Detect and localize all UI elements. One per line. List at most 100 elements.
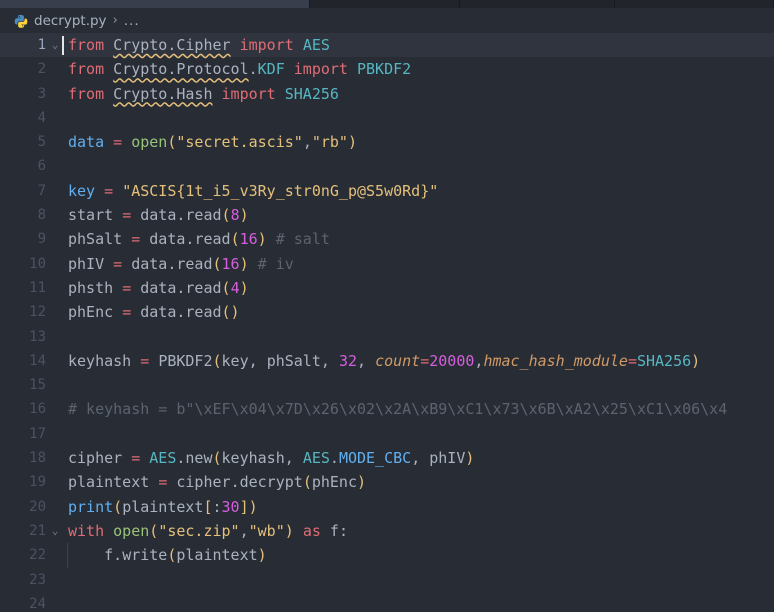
- line-number: 2: [37, 61, 46, 78]
- editor-tab-1[interactable]: [0, 0, 310, 8]
- line-number: 4: [37, 109, 46, 126]
- code-line[interactable]: 10 phIV = data.read(16) # iv: [0, 252, 774, 276]
- code-line[interactable]: 12 phEnc = data.read(): [0, 300, 774, 324]
- code-token: AES: [149, 449, 177, 468]
- indent-guide: [67, 543, 68, 568]
- code-line[interactable]: 7 key = "ASCIS{1t_i5_v3Ry_str0nG_p@S5w0Rd…: [0, 179, 774, 203]
- code-token: KDF: [257, 60, 285, 79]
- code-token: (: [230, 230, 240, 249]
- code-token: "wb": [248, 521, 285, 540]
- line-number: 15: [29, 377, 46, 394]
- code-text: print(plaintext[:30]): [64, 495, 774, 519]
- code-token: data: [149, 230, 186, 249]
- code-token: =: [122, 303, 132, 322]
- editor-tab-2[interactable]: [310, 0, 460, 8]
- code-line[interactable]: 11 phsth = data.read(4): [0, 276, 774, 300]
- code-token: hmac_hash_module: [483, 351, 628, 370]
- text-cursor: [62, 36, 64, 55]
- code-line[interactable]: 2 from Crypto.Protocol.KDF import PBKDF2: [0, 57, 774, 81]
- code-token: =: [113, 133, 123, 152]
- code-token: AES: [302, 36, 330, 54]
- code-text: phEnc = data.read(): [64, 300, 774, 324]
- code-token: ): [257, 546, 267, 565]
- code-text: key = "ASCIS{1t_i5_v3Ry_str0nG_p@S5w0Rd}…: [64, 179, 774, 203]
- code-line[interactable]: 5 data = open("secret.ascis","rb"): [0, 130, 774, 154]
- breadcrumb-overflow[interactable]: ...: [124, 13, 140, 29]
- breadcrumb: decrypt.py › ...: [0, 8, 774, 33]
- code-line[interactable]: 19 plaintext = cipher.decrypt(phEnc): [0, 470, 774, 494]
- code-token: key: [221, 351, 249, 370]
- code-token: data: [68, 133, 105, 152]
- chevron-down-icon[interactable]: ⌄: [46, 519, 64, 543]
- breadcrumb-file[interactable]: decrypt.py: [34, 13, 107, 29]
- line-number: 21: [29, 522, 46, 539]
- editor-tab-4[interactable]: [615, 0, 774, 8]
- code-token: ): [239, 278, 249, 297]
- code-token: 30: [221, 497, 240, 516]
- code-line[interactable]: 21 ⌄ with open("sec.zip","wb") as f:: [0, 519, 774, 543]
- code-line[interactable]: 3 from Crypto.Hash import SHA256: [0, 82, 774, 106]
- code-line[interactable]: 8 start = data.read(8): [0, 203, 774, 227]
- code-line[interactable]: 16 # keyhash = b"\xEF\x04\x7D\x26\x02\x2A…: [0, 397, 774, 421]
- code-token: ,: [248, 351, 267, 370]
- code-line[interactable]: 24: [0, 592, 774, 612]
- code-line[interactable]: 20 print(plaintext[:30]): [0, 495, 774, 519]
- code-text: data = open("secret.ascis","rb"): [64, 130, 774, 154]
- code-token: import: [221, 84, 276, 103]
- code-line[interactable]: 14 keyhash = PBKDF2(key, phSalt, 32, coun…: [0, 349, 774, 373]
- code-line[interactable]: 13: [0, 325, 774, 349]
- code-token: data: [131, 254, 168, 273]
- line-number: 5: [37, 134, 46, 151]
- code-token: from: [68, 36, 105, 54]
- code-token: keyhash: [221, 449, 285, 468]
- code-token: open: [113, 521, 150, 540]
- line-number: 12: [29, 304, 46, 321]
- code-token: :: [338, 521, 348, 540]
- code-token: ,: [320, 351, 339, 370]
- code-text: phsth = data.read(4): [64, 276, 774, 300]
- code-token: :: [212, 497, 222, 516]
- code-token: (: [212, 449, 222, 468]
- line-number: 6: [37, 158, 46, 175]
- code-token: # salt: [275, 230, 330, 249]
- code-token: # keyhash = b"\xEF\x04\x7D\x26\x02\x2A\x…: [68, 400, 728, 419]
- code-editor[interactable]: 1 ⌄ from Crypto.Cipher import AES 2 from Cry…: [0, 33, 774, 612]
- code-line[interactable]: 1 ⌄ from Crypto.Cipher import AES: [0, 33, 774, 58]
- code-token: plaintext: [176, 546, 258, 565]
- code-token: PBKDF2: [158, 351, 213, 370]
- line-number: 18: [29, 450, 46, 467]
- code-line[interactable]: 6: [0, 154, 774, 178]
- code-token: (: [221, 278, 231, 297]
- code-token: SHA256: [636, 351, 692, 370]
- code-token: as: [302, 521, 321, 540]
- code-line[interactable]: 23: [0, 568, 774, 592]
- line-number: 1: [37, 37, 46, 53]
- code-token: (: [212, 254, 222, 273]
- code-token: ,: [357, 351, 376, 370]
- line-number: 8: [37, 207, 46, 224]
- editor-tab-3[interactable]: [460, 0, 615, 8]
- code-line[interactable]: 22 f.write(plaintext): [0, 543, 774, 568]
- code-line[interactable]: 15: [0, 373, 774, 397]
- code-token: [: [203, 497, 213, 516]
- code-token: ]: [239, 497, 249, 516]
- code-line[interactable]: 9 phSalt = data.read(16) # salt: [0, 227, 774, 251]
- code-line[interactable]: 4: [0, 106, 774, 130]
- code-line[interactable]: 17: [0, 422, 774, 446]
- code-line[interactable]: 18 cipher = AES.new(keyhash, AES.MODE_CBC…: [0, 446, 774, 470]
